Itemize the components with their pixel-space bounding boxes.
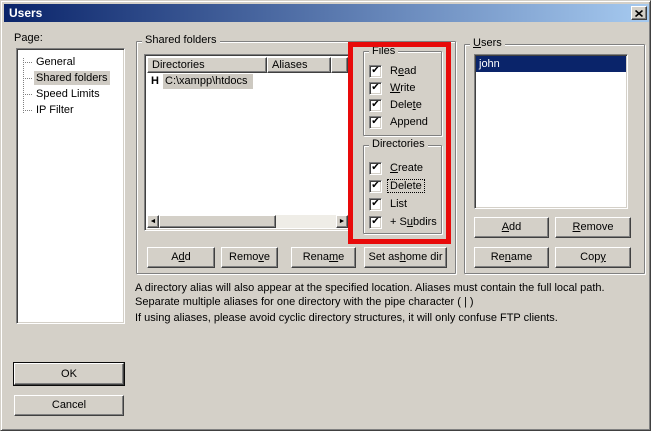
- checkbox-label: + Subdirs: [388, 216, 439, 228]
- scroll-left-button[interactable]: ◄: [147, 215, 159, 228]
- checkbox-list[interactable]: ✔ List: [369, 197, 409, 211]
- checkbox-label: Read: [388, 65, 418, 77]
- checkbox-label: List: [388, 198, 409, 210]
- set-as-home-dir-button[interactable]: Set as home dir: [364, 247, 447, 268]
- shared-folders-group-label: Shared folders: [142, 34, 220, 47]
- tree-stub: [23, 62, 32, 63]
- user-item-john[interactable]: john: [476, 56, 626, 72]
- checkbox-append[interactable]: ✔ Append: [369, 115, 430, 129]
- checkbox-icon: ✔: [369, 180, 382, 193]
- user-remove-button[interactable]: Remove: [555, 217, 631, 238]
- directory-row[interactable]: H C:\xampp\htdocs: [147, 73, 348, 89]
- tree-stub: [23, 78, 32, 79]
- page-item-label: Speed Limits: [34, 87, 102, 101]
- title-bar[interactable]: Users: [4, 4, 649, 22]
- checkbox-subdirs[interactable]: ✔ + Subdirs: [369, 215, 439, 229]
- page-item-speed-limits[interactable]: Speed Limits: [17, 86, 124, 102]
- checkbox-delete-dir[interactable]: ✔ Delete: [369, 179, 424, 193]
- users-dialog: Users Page: General Shared folders: [0, 0, 651, 431]
- page-item-label: IP Filter: [34, 103, 76, 117]
- listview-header: Directories Aliases: [147, 57, 348, 73]
- scrollbar-thumb[interactable]: [159, 215, 276, 228]
- check-icon: ✔: [371, 66, 379, 76]
- checkbox-read[interactable]: ✔ Read: [369, 64, 418, 78]
- checkbox-label: Write: [388, 82, 417, 94]
- check-icon: ✔: [371, 199, 379, 209]
- checkbox-icon: ✔: [369, 216, 382, 229]
- check-icon: ✔: [371, 163, 379, 173]
- scroll-right-button[interactable]: ►: [336, 215, 348, 228]
- checkbox-icon: ✔: [369, 65, 382, 78]
- close-icon: [635, 10, 643, 17]
- shared-remove-button[interactable]: Remove: [221, 247, 278, 268]
- arrow-left-icon: ◄: [150, 218, 157, 225]
- directory-path: C:\xampp\htdocs: [163, 74, 253, 89]
- scrollbar-track[interactable]: [159, 215, 336, 228]
- tree-stub: [23, 110, 32, 111]
- column-header-filler: [331, 57, 348, 73]
- page-label: Page:: [14, 32, 43, 44]
- page-item-label: General: [34, 55, 77, 69]
- arrow-right-icon: ►: [339, 218, 346, 225]
- check-icon: ✔: [371, 100, 379, 110]
- page-list[interactable]: General Shared folders Speed Limits IP F…: [16, 48, 125, 324]
- check-icon: ✔: [371, 83, 379, 93]
- checkbox-icon: ✔: [369, 99, 382, 112]
- user-add-button[interactable]: Add: [474, 217, 549, 238]
- checkbox-delete-file[interactable]: ✔ Delete: [369, 98, 424, 112]
- page-item-label-selected: Shared folders: [34, 71, 110, 85]
- page-item-general[interactable]: General: [17, 54, 124, 70]
- directories-group-label: Directories: [369, 138, 428, 151]
- checkbox-label-focused: Delete: [388, 180, 424, 192]
- close-button[interactable]: [631, 6, 647, 20]
- users-group-label: Users: [470, 37, 505, 50]
- page-item-ip-filter[interactable]: IP Filter: [17, 102, 124, 118]
- shared-add-button[interactable]: Add: [147, 247, 215, 268]
- checkbox-icon: ✔: [369, 116, 382, 129]
- alias-help-text: A directory alias will also appear at th…: [135, 282, 645, 309]
- user-rename-button[interactable]: Rename: [474, 247, 549, 268]
- files-group-label: Files: [369, 45, 398, 58]
- directories-listview[interactable]: Directories Aliases H C:\xampp\htdocs ◄ …: [144, 54, 351, 231]
- check-icon: ✔: [371, 181, 379, 191]
- column-header-aliases[interactable]: Aliases: [267, 57, 331, 73]
- user-copy-button[interactable]: Copy: [555, 247, 631, 268]
- checkbox-create[interactable]: ✔ Create: [369, 161, 425, 175]
- shared-rename-button[interactable]: Rename: [291, 247, 356, 268]
- checkbox-icon: ✔: [369, 198, 382, 211]
- checkbox-label: Delete: [388, 99, 424, 111]
- home-dir-marker: H: [147, 75, 163, 87]
- window-title: Users: [4, 6, 42, 20]
- dialog-window: Users Page: General Shared folders: [0, 0, 651, 431]
- column-header-directories[interactable]: Directories: [147, 57, 267, 73]
- users-listbox[interactable]: john: [474, 54, 628, 209]
- page-item-shared-folders[interactable]: Shared folders: [17, 70, 124, 86]
- horizontal-scrollbar[interactable]: ◄ ►: [147, 215, 348, 228]
- cyclic-warning-text: If using aliases, please avoid cyclic di…: [135, 312, 645, 326]
- cancel-button[interactable]: Cancel: [14, 395, 124, 416]
- checkbox-label: Append: [388, 116, 430, 128]
- checkbox-icon: ✔: [369, 162, 382, 175]
- checkbox-write[interactable]: ✔ Write: [369, 81, 417, 95]
- check-icon: ✔: [371, 117, 379, 127]
- ok-button[interactable]: OK: [14, 363, 124, 385]
- checkbox-icon: ✔: [369, 82, 382, 95]
- check-icon: ✔: [371, 217, 379, 227]
- checkbox-label: Create: [388, 162, 425, 174]
- tree-stub: [23, 94, 32, 95]
